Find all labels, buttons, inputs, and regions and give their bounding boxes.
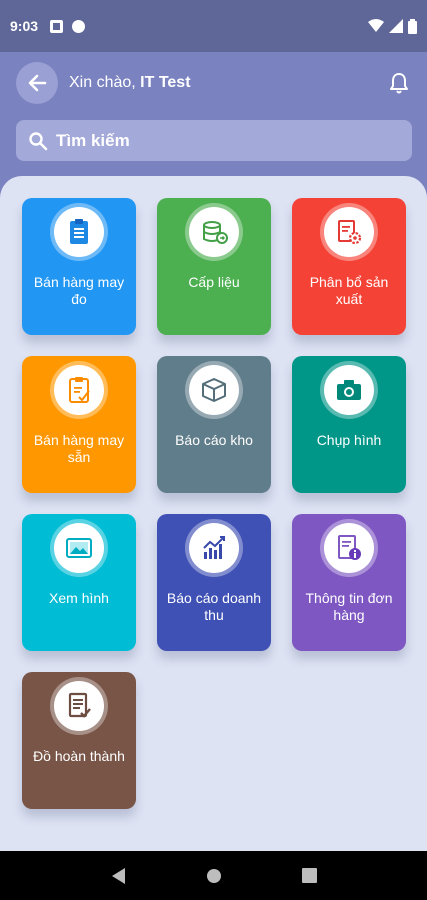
- notification-icon: [50, 19, 64, 33]
- tile-label: Đồ hoàn thành: [33, 748, 125, 764]
- tile-ban-hang-may-san[interactable]: Bán hàng may sẵn: [22, 356, 136, 493]
- user-name: IT Test: [140, 74, 191, 91]
- tile-label: Báo cáo doanh thu: [166, 590, 262, 623]
- document-info-icon: [324, 523, 374, 573]
- nav-home-icon[interactable]: [206, 868, 222, 884]
- database-icon: [189, 207, 239, 257]
- image-icon: [54, 523, 104, 573]
- document-check-icon: [54, 681, 104, 731]
- tile-do-hoan-thanh[interactable]: Đồ hoàn thành: [22, 672, 136, 809]
- status-bar: 9:03: [0, 0, 427, 52]
- system-nav-bar: [0, 851, 427, 900]
- checklist-icon: [54, 365, 104, 415]
- search-icon: [29, 131, 48, 150]
- gear-document-icon: [324, 207, 374, 257]
- tile-chup-hinh[interactable]: Chụp hình: [292, 356, 406, 493]
- wifi-icon: [368, 19, 384, 32]
- tile-label: Chụp hình: [316, 432, 382, 448]
- tile-label: Bán hàng may sẵn: [33, 432, 125, 465]
- tile-label: Phân bổ sản xuất: [309, 274, 389, 307]
- box-icon: [189, 365, 239, 415]
- search-placeholder: Tìm kiếm: [56, 130, 130, 150]
- search-input[interactable]: Tìm kiếm: [16, 120, 412, 161]
- tile-phan-bo-san-xuat[interactable]: Phân bổ sản xuất: [292, 198, 406, 335]
- tile-ban-hang-may-do[interactable]: Bán hàng may đo: [22, 198, 136, 335]
- battery-icon: [408, 18, 417, 34]
- tile-xem-hinh[interactable]: Xem hình: [22, 514, 136, 651]
- tile-bao-cao-doanh-thu[interactable]: Báo cáo doanh thu: [157, 514, 271, 651]
- camera-icon: [324, 365, 374, 415]
- menu-grid: Bán hàng may đo Cấp liệu Phân bổ sản xuấ…: [0, 176, 427, 851]
- chart-icon: [189, 523, 239, 573]
- status-time: 9:03: [10, 18, 39, 34]
- tile-label: Xem hình: [49, 590, 109, 606]
- clipboard-icon: [54, 207, 104, 257]
- signal-icon: [389, 19, 403, 33]
- tile-bao-cao-kho[interactable]: Báo cáo kho: [157, 356, 271, 493]
- tile-label: Cấp liệu: [188, 274, 240, 290]
- tile-label: Thông tin đơn hàng: [305, 590, 393, 623]
- nav-recents-icon[interactable]: [302, 868, 317, 883]
- tile-label: Bán hàng may đo: [33, 274, 125, 307]
- tile-cap-lieu[interactable]: Cấp liệu: [157, 198, 271, 335]
- header: Xin chào, IT Test Tìm kiếm: [0, 52, 427, 178]
- bell-icon[interactable]: [387, 71, 411, 95]
- nav-back-icon[interactable]: [110, 867, 126, 885]
- app-notification-icon: [72, 19, 86, 33]
- tile-thong-tin-don-hang[interactable]: Thông tin đơn hàng: [292, 514, 406, 651]
- greeting: Xin chào, IT Test: [69, 74, 191, 92]
- back-button[interactable]: [16, 62, 58, 104]
- tile-label: Báo cáo kho: [175, 432, 253, 448]
- arrow-left-icon: [28, 74, 47, 92]
- greeting-prefix: Xin chào,: [69, 74, 141, 91]
